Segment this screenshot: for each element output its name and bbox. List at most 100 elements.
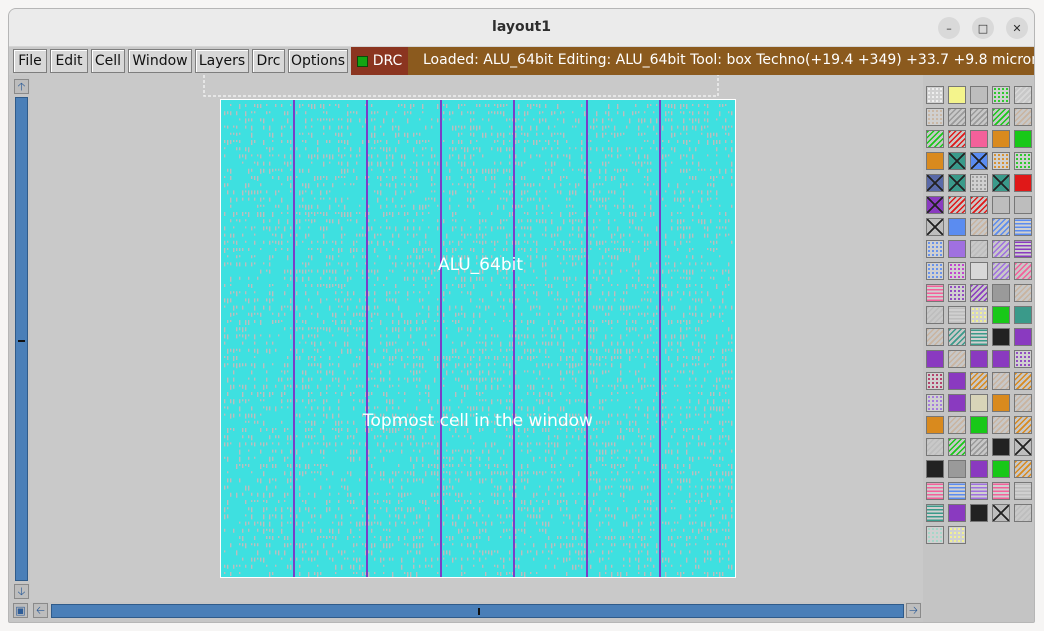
- layer-swatch-dots-green-dark[interactable]: [970, 174, 988, 192]
- layer-swatch-x-slate[interactable]: [926, 174, 944, 192]
- layer-swatch-x-gray[interactable]: [926, 218, 944, 236]
- layer-swatch-dots-mint[interactable]: [926, 526, 944, 544]
- layer-swatch-lines-violet[interactable]: [970, 482, 988, 500]
- layer-swatch-hatch-teal[interactable]: [948, 328, 966, 346]
- layer-swatch-gray[interactable]: [1014, 196, 1032, 214]
- layer-swatch-dots-tan[interactable]: [926, 108, 944, 126]
- layer-swatch-x-teal[interactable]: [948, 174, 966, 192]
- layer-swatch-x-gray[interactable]: [992, 504, 1010, 522]
- layer-swatch-hatch-dark[interactable]: [970, 108, 988, 126]
- scroll-up-button[interactable]: 🡡: [14, 79, 29, 94]
- layer-swatch-x-teal[interactable]: [948, 152, 966, 170]
- layer-swatch-lines-pink[interactable]: [926, 284, 944, 302]
- layer-swatch-hatch-tan[interactable]: [1014, 284, 1032, 302]
- maximize-button[interactable]: □: [972, 17, 994, 39]
- layer-swatch-x-purple[interactable]: [926, 196, 944, 214]
- layer-swatch-hatch-green[interactable]: [948, 438, 966, 456]
- menu-file[interactable]: File: [13, 49, 47, 73]
- layer-swatch-lines-teal[interactable]: [926, 504, 944, 522]
- layer-swatch-dots-yellow[interactable]: [948, 526, 966, 544]
- layer-swatch-pink-light[interactable]: [970, 262, 988, 280]
- layer-swatch-dots-green[interactable]: [1014, 152, 1032, 170]
- layer-swatch-lines-gray[interactable]: [948, 306, 966, 324]
- menu-window[interactable]: Window: [128, 49, 192, 73]
- layer-swatch-black-green[interactable]: [992, 306, 1010, 324]
- layer-swatch-orange[interactable]: [992, 130, 1010, 148]
- layer-swatch-purple[interactable]: [926, 350, 944, 368]
- layer-swatch-dots-magenta[interactable]: [948, 262, 966, 280]
- layer-swatch-hatch-gray[interactable]: [926, 306, 944, 324]
- layer-swatch-purple[interactable]: [970, 460, 988, 478]
- layer-swatch-hatch-red[interactable]: [970, 196, 988, 214]
- layer-swatch-lines-pink[interactable]: [926, 482, 944, 500]
- layer-swatch-dots-yellow[interactable]: [970, 306, 988, 324]
- layer-swatch-purple[interactable]: [948, 372, 966, 390]
- layer-swatch-lines-pink[interactable]: [992, 482, 1010, 500]
- layer-swatch-hatch-blue[interactable]: [992, 218, 1010, 236]
- layer-swatch-gray[interactable]: [992, 196, 1010, 214]
- layer-swatch-hatch-red[interactable]: [948, 130, 966, 148]
- layer-swatch-lines-blue[interactable]: [1014, 218, 1032, 236]
- menu-options[interactable]: Options: [288, 49, 348, 73]
- layer-swatch-hatch-violet[interactable]: [992, 240, 1010, 258]
- layer-swatch-dots-purple[interactable]: [948, 284, 966, 302]
- layer-swatch-purple[interactable]: [948, 394, 966, 412]
- layer-swatch-hatch-pink[interactable]: [1014, 262, 1032, 280]
- layer-swatch-hatch-purple[interactable]: [970, 284, 988, 302]
- horizontal-scrollbar[interactable]: ▣ 🡠 🡢: [13, 603, 923, 620]
- menu-layers[interactable]: Layers: [195, 49, 249, 73]
- layer-swatch-purple[interactable]: [970, 350, 988, 368]
- layer-swatch-red-orange[interactable]: [926, 416, 944, 434]
- layer-swatch-dots-violet[interactable]: [926, 394, 944, 412]
- layer-swatch-hatch-tan[interactable]: [1014, 108, 1032, 126]
- layer-swatch-orange[interactable]: [926, 152, 944, 170]
- layer-swatch-dots-white[interactable]: [926, 86, 944, 104]
- layer-swatch-pink[interactable]: [970, 130, 988, 148]
- layer-swatch-x-teal[interactable]: [992, 174, 1010, 192]
- layer-swatch-dots-green[interactable]: [992, 86, 1010, 104]
- layer-swatch-black[interactable]: [992, 438, 1010, 456]
- layer-swatch-blue[interactable]: [948, 218, 966, 236]
- scroll-right-button[interactable]: 🡢: [906, 603, 921, 618]
- vertical-scroll-thumb[interactable]: [18, 340, 25, 342]
- layer-swatch-hatch-red[interactable]: [948, 196, 966, 214]
- layer-swatch-black[interactable]: [926, 460, 944, 478]
- layer-swatch-black[interactable]: [970, 504, 988, 522]
- vertical-scrollbar[interactable]: 🡡 🡣: [13, 79, 30, 599]
- layer-swatch-black[interactable]: [992, 328, 1010, 346]
- minimize-button[interactable]: –: [938, 17, 960, 39]
- layer-swatch-dots-orange[interactable]: [992, 152, 1010, 170]
- menu-drc[interactable]: Drc: [252, 49, 285, 73]
- layer-swatch-gray-dark[interactable]: [992, 284, 1010, 302]
- layer-swatch-x-blue[interactable]: [970, 152, 988, 170]
- layer-swatch-teal[interactable]: [1014, 306, 1032, 324]
- layer-swatch-hatch-tan[interactable]: [992, 372, 1010, 390]
- layer-swatch-hatch-dark[interactable]: [948, 108, 966, 126]
- horizontal-scroll-thumb[interactable]: [478, 608, 480, 615]
- layer-swatch-green[interactable]: [970, 416, 988, 434]
- layer-swatch-green[interactable]: [1014, 130, 1032, 148]
- layer-swatch-hatch-orange[interactable]: [1014, 460, 1032, 478]
- layer-swatch-hatch-green[interactable]: [992, 108, 1010, 126]
- layer-swatch-purple[interactable]: [1014, 328, 1032, 346]
- close-button[interactable]: ✕: [1006, 17, 1028, 39]
- layer-swatch-dots-maroon[interactable]: [926, 372, 944, 390]
- layer-swatch-violet[interactable]: [948, 240, 966, 258]
- layer-swatch-hatch-violet[interactable]: [992, 262, 1010, 280]
- layer-swatch-hatch-red-green[interactable]: [926, 130, 944, 148]
- drc-toggle-button[interactable]: DRC: [351, 47, 408, 75]
- layer-swatch-red-dark[interactable]: [948, 460, 966, 478]
- scroll-left-button[interactable]: 🡠: [33, 603, 48, 618]
- layer-swatch-green[interactable]: [992, 460, 1010, 478]
- layer-swatch-beige[interactable]: [970, 394, 988, 412]
- layer-swatch-x-gray[interactable]: [1014, 438, 1032, 456]
- cell-layout-view[interactable]: ALU_64bit Topmost cell in the window: [220, 99, 736, 578]
- menu-edit[interactable]: Edit: [50, 49, 88, 73]
- scroll-down-button[interactable]: 🡣: [14, 584, 29, 599]
- layer-swatch-hatch-tan[interactable]: [926, 328, 944, 346]
- layer-swatch-hatch-gray[interactable]: [926, 438, 944, 456]
- horizontal-scroll-track[interactable]: [51, 604, 904, 618]
- layer-swatch-hatch-tan[interactable]: [948, 416, 966, 434]
- layer-swatch-lines-teal[interactable]: [970, 328, 988, 346]
- layer-swatch-dots-blue[interactable]: [926, 262, 944, 280]
